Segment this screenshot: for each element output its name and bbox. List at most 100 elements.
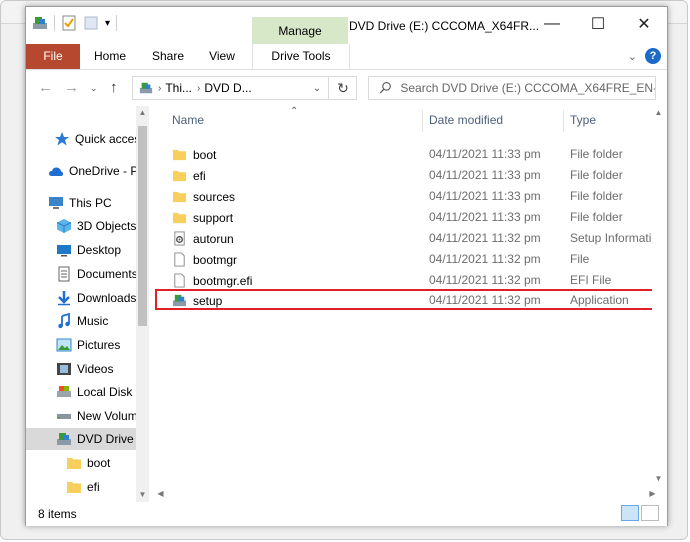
file-row-bootmgr[interactable]: bootmgr 04/11/2021 11:32 pm File [150, 249, 665, 270]
help-icon[interactable]: ? [645, 48, 661, 64]
item-count: 8 items [38, 507, 77, 521]
column-date-modified[interactable]: Date modified [429, 113, 503, 127]
navigation-scrollbar[interactable]: ▲ ▼ [136, 106, 149, 502]
file-row-boot[interactable]: boot 04/11/2021 11:33 pm File folder [150, 144, 665, 165]
maximize-button[interactable]: ☐ [575, 7, 621, 41]
file-list-scrollbar[interactable]: ▲ ▼ [652, 106, 665, 502]
nav-item-music[interactable]: Music [56, 310, 108, 332]
tab-share[interactable]: Share [142, 44, 194, 69]
file-type: Setup Information [570, 231, 665, 245]
navigation-scroll-thumb[interactable] [138, 126, 147, 326]
screenshot-frame: ▾ Manage DVD Drive (E:) CCCOMA_X64FR... … [0, 0, 688, 540]
horizontal-scrollbar[interactable]: ◀ ▶ [150, 487, 665, 502]
breadcrumb-this-pc[interactable]: Thi... [165, 81, 192, 95]
nav-item-label: Videos [77, 362, 114, 376]
address-dropdown-icon[interactable]: ⌄ [307, 76, 327, 100]
file-row-support[interactable]: support 04/11/2021 11:33 pm File folder [150, 207, 665, 228]
nav-item-boot[interactable]: boot [66, 452, 110, 474]
expand-ribbon-icon[interactable]: ⌄ [628, 50, 637, 63]
nav-item-quick-access[interactable]: Quick access [54, 128, 136, 150]
toolbar-divider [54, 15, 55, 31]
file-date: 04/11/2021 11:32 pm [429, 273, 541, 287]
drive-icon [57, 414, 71, 419]
toolbar-divider [116, 15, 118, 31]
nav-item-this-pc[interactable]: This PC [48, 192, 112, 214]
up-arrow-icon[interactable]: ↑ [110, 79, 118, 96]
tab-view[interactable]: View [198, 44, 246, 69]
nav-item-efi[interactable]: efi [66, 476, 100, 498]
video-icon [57, 363, 71, 375]
scroll-up-arrow-icon[interactable]: ▲ [652, 108, 665, 117]
file-name: bootmgr.efi [193, 273, 253, 288]
title-bar: ▾ Manage DVD Drive (E:) CCCOMA_X64FR... … [26, 7, 667, 45]
file-row-autorun[interactable]: autorun 04/11/2021 11:32 pm Setup Inform… [150, 228, 665, 249]
nav-item-label: Documents [77, 267, 136, 281]
new-folder-icon[interactable] [83, 15, 99, 31]
explorer-body: Quick access OneDrive - P This PC 3D Obj… [26, 106, 667, 502]
tab-file[interactable]: File [26, 44, 80, 69]
cloud-icon [49, 167, 64, 176]
recent-locations-chevron-icon[interactable]: ⌄ [90, 83, 98, 94]
download-icon [58, 291, 70, 306]
file-name: bootmgr [193, 252, 238, 267]
manage-tab[interactable]: Manage [252, 17, 348, 45]
scroll-down-arrow-icon[interactable]: ▼ [652, 474, 665, 483]
nav-item-dvd-drive[interactable]: DVD Drive [26, 428, 136, 450]
nav-item-downloads[interactable]: Downloads [56, 287, 136, 309]
folder-icon [172, 212, 187, 224]
refresh-icon[interactable]: ↻ [328, 76, 357, 100]
breadcrumb-chevron-icon[interactable]: › [158, 83, 161, 94]
file-type: EFI File [570, 273, 612, 287]
customize-toolbar-icon[interactable]: ▾ [105, 18, 110, 29]
close-button[interactable]: ✕ [621, 7, 667, 41]
tab-drive-tools[interactable]: Drive Tools [252, 44, 350, 69]
file-explorer-window: ▾ Manage DVD Drive (E:) CCCOMA_X64FR... … [25, 6, 668, 526]
folder-icon [172, 191, 187, 203]
breadcrumb-chevron-icon[interactable]: › [197, 83, 200, 94]
scroll-down-arrow-icon[interactable]: ▼ [136, 490, 149, 499]
search-icon [379, 82, 391, 94]
search-box[interactable]: Search DVD Drive (E:) CCCOMA_X64FRE_EN-.… [368, 76, 656, 100]
folder-icon [172, 170, 187, 182]
ribbon-tabs: File Home Share View Drive Tools ⌄ ? [26, 44, 667, 70]
column-name[interactable]: Name [172, 113, 204, 127]
nav-item-label: Music [77, 314, 109, 328]
file-row-efi[interactable]: efi 04/11/2021 11:33 pm File folder [150, 165, 665, 186]
nav-item-desktop[interactable]: Desktop [56, 239, 121, 261]
forward-arrow-icon[interactable]: → [64, 79, 79, 96]
navigation-pane: Quick access OneDrive - P This PC 3D Obj… [26, 106, 136, 502]
nav-item-3d-objects[interactable]: 3D Objects [56, 215, 136, 237]
nav-item-local-disk[interactable]: Local Disk [56, 381, 132, 403]
nav-item-label: This PC [69, 196, 112, 210]
minimize-button[interactable]: — [529, 7, 575, 41]
file-name: boot [193, 147, 217, 162]
nav-item-videos[interactable]: Videos [56, 358, 113, 380]
file-type: File [570, 252, 590, 266]
nav-item-documents[interactable]: Documents [56, 263, 136, 285]
details-view-icon[interactable] [621, 505, 639, 521]
column-header: ⌃ Name Date modified Type [150, 106, 665, 134]
scroll-left-arrow-icon[interactable]: ◀ [154, 489, 167, 498]
file-row-bootmgr-efi[interactable]: bootmgr.efi 04/11/2021 11:32 pm EFI File [150, 270, 665, 291]
back-arrow-icon[interactable]: ← [38, 79, 53, 96]
column-divider[interactable] [563, 110, 564, 132]
file-icon [174, 252, 185, 267]
file-row-sources[interactable]: sources 04/11/2021 11:33 pm File folder [150, 186, 665, 207]
cube-icon [56, 219, 72, 233]
scroll-up-arrow-icon[interactable]: ▲ [136, 108, 149, 117]
nav-item-pictures[interactable]: Pictures [56, 334, 120, 356]
quick-access-toolbar: ▾ [32, 15, 118, 31]
nav-item-new-volume[interactable]: New Volume [56, 405, 136, 427]
nav-item-onedrive[interactable]: OneDrive - P [48, 160, 136, 182]
file-type: File folder [570, 210, 623, 224]
breadcrumb-dvd-drive[interactable]: DVD D... [204, 81, 251, 95]
nav-item-label: DVD Drive [77, 432, 134, 446]
nav-item-label: Quick access [75, 132, 136, 146]
column-type[interactable]: Type [570, 113, 596, 127]
large-icons-view-icon[interactable] [641, 505, 659, 521]
scroll-right-arrow-icon[interactable]: ▶ [646, 489, 659, 498]
properties-icon[interactable] [61, 15, 77, 31]
column-divider[interactable] [422, 110, 423, 132]
tab-home[interactable]: Home [84, 44, 136, 69]
file-date: 04/11/2021 11:33 pm [429, 189, 541, 203]
